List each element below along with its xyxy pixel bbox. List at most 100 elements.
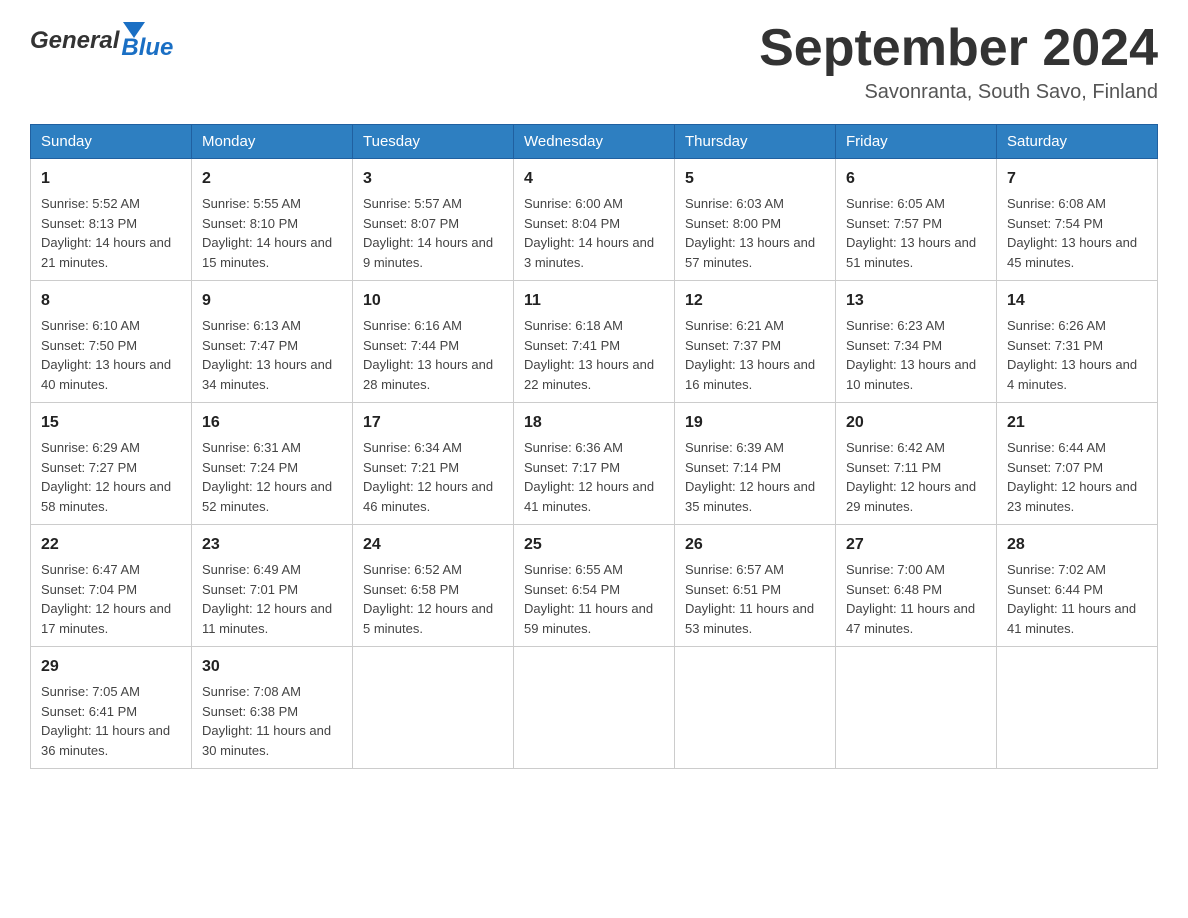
day-number: 3 bbox=[363, 167, 503, 191]
day-number: 14 bbox=[1007, 289, 1147, 313]
week-row-1: 1 Sunrise: 5:52 AMSunset: 8:13 PMDayligh… bbox=[31, 159, 1158, 281]
day-info: Sunrise: 6:52 AMSunset: 6:58 PMDaylight:… bbox=[363, 562, 493, 636]
day-info: Sunrise: 6:08 AMSunset: 7:54 PMDaylight:… bbox=[1007, 196, 1137, 270]
calendar-cell: 11 Sunrise: 6:18 AMSunset: 7:41 PMDaylig… bbox=[514, 281, 675, 403]
day-number: 28 bbox=[1007, 533, 1147, 557]
calendar-cell: 1 Sunrise: 5:52 AMSunset: 8:13 PMDayligh… bbox=[31, 159, 192, 281]
day-number: 6 bbox=[846, 167, 986, 191]
day-info: Sunrise: 6:10 AMSunset: 7:50 PMDaylight:… bbox=[41, 318, 171, 392]
calendar-cell: 2 Sunrise: 5:55 AMSunset: 8:10 PMDayligh… bbox=[192, 159, 353, 281]
day-info: Sunrise: 7:05 AMSunset: 6:41 PMDaylight:… bbox=[41, 684, 170, 758]
calendar-cell: 9 Sunrise: 6:13 AMSunset: 7:47 PMDayligh… bbox=[192, 281, 353, 403]
header-monday: Monday bbox=[192, 125, 353, 159]
calendar-cell: 30 Sunrise: 7:08 AMSunset: 6:38 PMDaylig… bbox=[192, 647, 353, 769]
week-row-2: 8 Sunrise: 6:10 AMSunset: 7:50 PMDayligh… bbox=[31, 281, 1158, 403]
day-info: Sunrise: 6:36 AMSunset: 7:17 PMDaylight:… bbox=[524, 440, 654, 514]
calendar-cell bbox=[675, 647, 836, 769]
calendar-cell bbox=[353, 647, 514, 769]
day-number: 1 bbox=[41, 167, 181, 191]
day-info: Sunrise: 7:08 AMSunset: 6:38 PMDaylight:… bbox=[202, 684, 331, 758]
day-number: 9 bbox=[202, 289, 342, 313]
calendar-cell: 12 Sunrise: 6:21 AMSunset: 7:37 PMDaylig… bbox=[675, 281, 836, 403]
day-info: Sunrise: 6:05 AMSunset: 7:57 PMDaylight:… bbox=[846, 196, 976, 270]
calendar-cell: 17 Sunrise: 6:34 AMSunset: 7:21 PMDaylig… bbox=[353, 403, 514, 525]
calendar-cell: 8 Sunrise: 6:10 AMSunset: 7:50 PMDayligh… bbox=[31, 281, 192, 403]
day-info: Sunrise: 7:02 AMSunset: 6:44 PMDaylight:… bbox=[1007, 562, 1136, 636]
header-sunday: Sunday bbox=[31, 125, 192, 159]
title-area: September 2024 Savonranta, South Savo, F… bbox=[759, 20, 1158, 104]
day-info: Sunrise: 6:23 AMSunset: 7:34 PMDaylight:… bbox=[846, 318, 976, 392]
header-thursday: Thursday bbox=[675, 125, 836, 159]
day-number: 13 bbox=[846, 289, 986, 313]
calendar-cell: 21 Sunrise: 6:44 AMSunset: 7:07 PMDaylig… bbox=[997, 403, 1158, 525]
calendar-cell: 27 Sunrise: 7:00 AMSunset: 6:48 PMDaylig… bbox=[836, 525, 997, 647]
calendar-cell: 22 Sunrise: 6:47 AMSunset: 7:04 PMDaylig… bbox=[31, 525, 192, 647]
day-number: 11 bbox=[524, 289, 664, 313]
day-number: 12 bbox=[685, 289, 825, 313]
day-number: 21 bbox=[1007, 411, 1147, 435]
calendar-cell: 24 Sunrise: 6:52 AMSunset: 6:58 PMDaylig… bbox=[353, 525, 514, 647]
day-info: Sunrise: 6:47 AMSunset: 7:04 PMDaylight:… bbox=[41, 562, 171, 636]
calendar-cell: 15 Sunrise: 6:29 AMSunset: 7:27 PMDaylig… bbox=[31, 403, 192, 525]
day-info: Sunrise: 5:52 AMSunset: 8:13 PMDaylight:… bbox=[41, 196, 171, 270]
weekday-header-row: Sunday Monday Tuesday Wednesday Thursday… bbox=[31, 125, 1158, 159]
day-number: 4 bbox=[524, 167, 664, 191]
calendar-cell bbox=[514, 647, 675, 769]
calendar-cell bbox=[997, 647, 1158, 769]
header: General Blue September 2024 Savonranta, … bbox=[30, 20, 1158, 104]
day-info: Sunrise: 6:29 AMSunset: 7:27 PMDaylight:… bbox=[41, 440, 171, 514]
day-number: 29 bbox=[41, 655, 181, 679]
calendar-cell: 4 Sunrise: 6:00 AMSunset: 8:04 PMDayligh… bbox=[514, 159, 675, 281]
day-number: 10 bbox=[363, 289, 503, 313]
day-info: Sunrise: 6:39 AMSunset: 7:14 PMDaylight:… bbox=[685, 440, 815, 514]
calendar-table: Sunday Monday Tuesday Wednesday Thursday… bbox=[30, 124, 1158, 769]
calendar-cell: 29 Sunrise: 7:05 AMSunset: 6:41 PMDaylig… bbox=[31, 647, 192, 769]
week-row-5: 29 Sunrise: 7:05 AMSunset: 6:41 PMDaylig… bbox=[31, 647, 1158, 769]
logo: General Blue bbox=[30, 20, 173, 62]
day-info: Sunrise: 6:57 AMSunset: 6:51 PMDaylight:… bbox=[685, 562, 814, 636]
day-info: Sunrise: 5:57 AMSunset: 8:07 PMDaylight:… bbox=[363, 196, 493, 270]
calendar-cell: 25 Sunrise: 6:55 AMSunset: 6:54 PMDaylig… bbox=[514, 525, 675, 647]
day-number: 25 bbox=[524, 533, 664, 557]
day-info: Sunrise: 6:26 AMSunset: 7:31 PMDaylight:… bbox=[1007, 318, 1137, 392]
day-number: 5 bbox=[685, 167, 825, 191]
week-row-3: 15 Sunrise: 6:29 AMSunset: 7:27 PMDaylig… bbox=[31, 403, 1158, 525]
day-number: 8 bbox=[41, 289, 181, 313]
calendar-cell: 23 Sunrise: 6:49 AMSunset: 7:01 PMDaylig… bbox=[192, 525, 353, 647]
day-info: Sunrise: 6:44 AMSunset: 7:07 PMDaylight:… bbox=[1007, 440, 1137, 514]
calendar-cell: 14 Sunrise: 6:26 AMSunset: 7:31 PMDaylig… bbox=[997, 281, 1158, 403]
day-number: 16 bbox=[202, 411, 342, 435]
calendar-title: September 2024 bbox=[759, 20, 1158, 77]
calendar-cell: 10 Sunrise: 6:16 AMSunset: 7:44 PMDaylig… bbox=[353, 281, 514, 403]
header-friday: Friday bbox=[836, 125, 997, 159]
header-saturday: Saturday bbox=[997, 125, 1158, 159]
day-info: Sunrise: 6:49 AMSunset: 7:01 PMDaylight:… bbox=[202, 562, 332, 636]
day-info: Sunrise: 7:00 AMSunset: 6:48 PMDaylight:… bbox=[846, 562, 975, 636]
day-number: 7 bbox=[1007, 167, 1147, 191]
day-number: 23 bbox=[202, 533, 342, 557]
day-info: Sunrise: 6:55 AMSunset: 6:54 PMDaylight:… bbox=[524, 562, 653, 636]
logo-blue-section: Blue bbox=[121, 20, 173, 62]
calendar-cell: 18 Sunrise: 6:36 AMSunset: 7:17 PMDaylig… bbox=[514, 403, 675, 525]
calendar-cell: 3 Sunrise: 5:57 AMSunset: 8:07 PMDayligh… bbox=[353, 159, 514, 281]
calendar-cell: 26 Sunrise: 6:57 AMSunset: 6:51 PMDaylig… bbox=[675, 525, 836, 647]
day-info: Sunrise: 6:03 AMSunset: 8:00 PMDaylight:… bbox=[685, 196, 815, 270]
day-info: Sunrise: 6:34 AMSunset: 7:21 PMDaylight:… bbox=[363, 440, 493, 514]
calendar-cell: 16 Sunrise: 6:31 AMSunset: 7:24 PMDaylig… bbox=[192, 403, 353, 525]
calendar-subtitle: Savonranta, South Savo, Finland bbox=[759, 81, 1158, 104]
day-info: Sunrise: 6:16 AMSunset: 7:44 PMDaylight:… bbox=[363, 318, 493, 392]
calendar-cell: 28 Sunrise: 7:02 AMSunset: 6:44 PMDaylig… bbox=[997, 525, 1158, 647]
day-number: 18 bbox=[524, 411, 664, 435]
day-number: 27 bbox=[846, 533, 986, 557]
day-info: Sunrise: 6:21 AMSunset: 7:37 PMDaylight:… bbox=[685, 318, 815, 392]
logo-general-text: General bbox=[30, 27, 119, 55]
day-info: Sunrise: 6:18 AMSunset: 7:41 PMDaylight:… bbox=[524, 318, 654, 392]
day-number: 20 bbox=[846, 411, 986, 435]
calendar-cell: 20 Sunrise: 6:42 AMSunset: 7:11 PMDaylig… bbox=[836, 403, 997, 525]
day-info: Sunrise: 6:13 AMSunset: 7:47 PMDaylight:… bbox=[202, 318, 332, 392]
calendar-body: 1 Sunrise: 5:52 AMSunset: 8:13 PMDayligh… bbox=[31, 159, 1158, 769]
day-number: 2 bbox=[202, 167, 342, 191]
day-number: 30 bbox=[202, 655, 342, 679]
day-number: 17 bbox=[363, 411, 503, 435]
day-number: 24 bbox=[363, 533, 503, 557]
